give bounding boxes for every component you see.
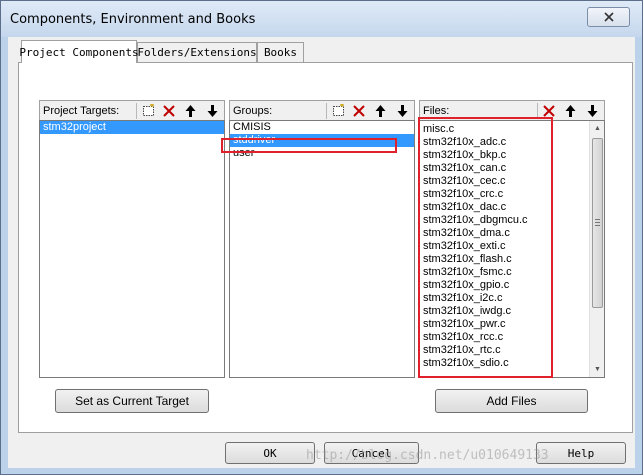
files-scrollbar[interactable]: ▲ ▼ — [589, 121, 604, 377]
list-item-file[interactable]: stm32f10x_iwdg.c — [420, 305, 604, 318]
arrow-up-icon — [375, 104, 385, 117]
move-target-down-button[interactable] — [204, 102, 220, 119]
project-targets-group: Project Targets: stm32project — [39, 100, 225, 378]
move-target-up-button[interactable] — [182, 102, 198, 119]
files-group: Files: misc.c stm32f10x_adc.c stm32f10x_… — [419, 100, 605, 378]
list-item-file[interactable]: stm32f10x_exti.c — [420, 240, 604, 253]
list-item-file[interactable]: stm32f10x_fsmc.c — [420, 266, 604, 279]
list-item-file[interactable]: stm32f10x_cec.c — [420, 175, 604, 188]
tab-folders-extensions[interactable]: Folders/Extensions — [137, 42, 257, 62]
scroll-thumb[interactable] — [592, 138, 603, 308]
list-item-target[interactable]: stm32project — [40, 121, 224, 134]
groups-header: Groups: — [229, 100, 415, 120]
tab-books[interactable]: Books — [257, 42, 304, 62]
list-item-file[interactable]: stm32f10x_sdio.c — [420, 357, 604, 370]
window-title: Components, Environment and Books — [10, 12, 256, 27]
scroll-down-arrow-icon[interactable]: ▼ — [590, 362, 604, 377]
add-files-button[interactable]: Add Files — [435, 389, 588, 413]
tab-project-components[interactable]: Project Components — [19, 40, 139, 63]
list-item-file[interactable]: stm32f10x_i2c.c — [420, 292, 604, 305]
move-group-up-button[interactable] — [372, 102, 388, 119]
files-list[interactable]: misc.c stm32f10x_adc.c stm32f10x_bkp.c s… — [419, 120, 605, 378]
list-item-file[interactable]: stm32f10x_crc.c — [420, 188, 604, 201]
arrow-down-icon — [587, 104, 597, 117]
delete-target-button[interactable] — [161, 102, 177, 119]
help-button[interactable]: Help — [536, 442, 626, 464]
title-bar: Components, Environment and Books — [1, 1, 642, 37]
list-item-file[interactable]: stm32f10x_dbgmcu.c — [420, 214, 604, 227]
watermark-text: http://blog.csdn.net/u010649133 — [306, 448, 549, 463]
groups-label: Groups: — [233, 105, 273, 117]
set-as-current-target-button[interactable]: Set as Current Target — [55, 389, 209, 413]
components-dialog: Components, Environment and Books Projec… — [0, 0, 643, 475]
ok-button[interactable]: OK — [225, 442, 315, 464]
files-label: Files: — [423, 105, 450, 117]
arrow-up-icon — [185, 104, 195, 117]
arrow-down-icon — [207, 104, 217, 117]
list-item-file[interactable]: stm32f10x_dac.c — [420, 201, 604, 214]
dialog-client-area: Project Components Folders/Extensions Bo… — [8, 37, 635, 468]
new-target-button[interactable] — [140, 102, 156, 119]
list-item-file[interactable]: stm32f10x_adc.c — [420, 136, 604, 149]
toolbar-separator — [326, 103, 327, 119]
arrow-down-icon — [397, 104, 407, 117]
list-item-file[interactable]: stm32f10x_flash.c — [420, 253, 604, 266]
delete-icon — [163, 104, 175, 117]
groups-list[interactable]: CMISIS stddriver user — [229, 120, 415, 378]
close-icon — [603, 12, 614, 22]
delete-file-button[interactable] — [541, 102, 557, 119]
project-targets-list[interactable]: stm32project — [39, 120, 225, 378]
list-item-file[interactable]: misc.c — [420, 123, 604, 136]
list-item-file[interactable]: stm32f10x_can.c — [420, 162, 604, 175]
new-item-icon — [142, 104, 154, 116]
delete-icon — [543, 104, 555, 117]
list-item-file[interactable]: stm32f10x_rtc.c — [420, 344, 604, 357]
new-item-icon — [332, 104, 344, 116]
delete-group-button[interactable] — [351, 102, 367, 119]
groups-group: Groups: CMISIS stddriver user — [229, 100, 415, 378]
list-item-file[interactable]: stm32f10x_dma.c — [420, 227, 604, 240]
new-group-button[interactable] — [330, 102, 346, 119]
project-targets-header: Project Targets: — [39, 100, 225, 120]
list-item-file[interactable]: stm32f10x_pwr.c — [420, 318, 604, 331]
toolbar-separator — [537, 103, 538, 119]
project-targets-label: Project Targets: — [43, 105, 120, 117]
move-file-up-button[interactable] — [562, 102, 578, 119]
list-item-group[interactable]: user — [230, 147, 414, 160]
list-item-group[interactable]: stddriver — [230, 134, 414, 147]
scroll-up-arrow-icon[interactable]: ▲ — [590, 121, 604, 136]
move-file-down-button[interactable] — [584, 102, 600, 119]
delete-icon — [353, 104, 365, 117]
files-header: Files: — [419, 100, 605, 120]
arrow-up-icon — [565, 104, 575, 117]
toolbar-separator — [136, 103, 137, 119]
close-button[interactable] — [587, 7, 630, 27]
list-item-group[interactable]: CMISIS — [230, 121, 414, 134]
grip-icon — [595, 219, 600, 228]
move-group-down-button[interactable] — [394, 102, 410, 119]
list-item-file[interactable]: stm32f10x_bkp.c — [420, 149, 604, 162]
list-item-file[interactable]: stm32f10x_gpio.c — [420, 279, 604, 292]
list-item-file[interactable]: stm32f10x_rcc.c — [420, 331, 604, 344]
